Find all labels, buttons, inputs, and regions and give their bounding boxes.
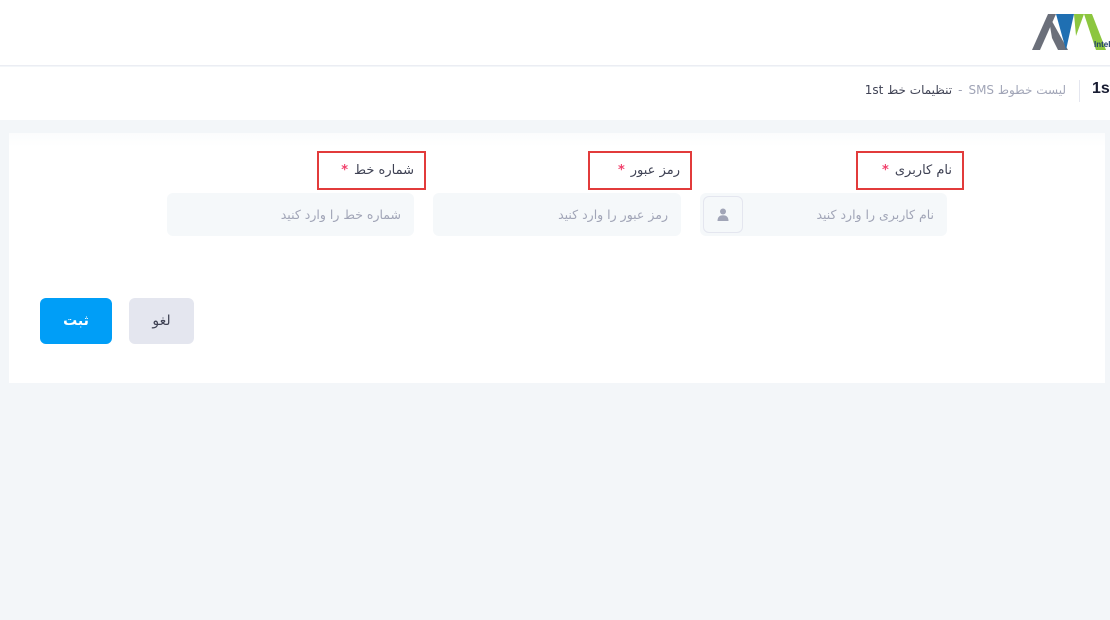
user-addon bbox=[703, 196, 743, 233]
required-mark: * bbox=[882, 163, 889, 178]
password-label: رمز عبور * bbox=[588, 151, 692, 190]
top-bar: Intel bbox=[0, 0, 1110, 66]
submit-button[interactable]: ثبت bbox=[40, 298, 112, 344]
breadcrumb-current: تنظیمات خط 1st bbox=[864, 83, 953, 97]
title-divider bbox=[1079, 80, 1080, 102]
username-label: نام کاربری * bbox=[856, 151, 964, 190]
required-mark: * bbox=[341, 163, 349, 178]
required-mark: * bbox=[617, 163, 625, 178]
breadcrumb: لیست خطوط SMS-تنظیمات خط 1st bbox=[865, 83, 1066, 97]
line-number-label: شماره خط * bbox=[317, 151, 426, 190]
user-icon bbox=[717, 208, 729, 221]
breadcrumb-link-sms-lines[interactable]: لیست خطوط SMS bbox=[968, 83, 1066, 97]
ava-logo-icon[interactable]: Intel bbox=[1030, 12, 1110, 52]
line-number-label-text: شماره خط bbox=[354, 163, 414, 178]
cancel-button[interactable]: لغو bbox=[129, 298, 194, 344]
breadcrumb-separator: - bbox=[958, 83, 963, 97]
password-label-text: رمز عبور bbox=[630, 163, 680, 178]
card-divider bbox=[9, 133, 1105, 147]
username-label-text: نام کاربری bbox=[894, 163, 952, 178]
page-title: 1st bbox=[1092, 80, 1110, 97]
line-number-input[interactable] bbox=[167, 193, 414, 236]
logo-text: Intel bbox=[1094, 40, 1110, 49]
password-input[interactable] bbox=[433, 193, 681, 236]
